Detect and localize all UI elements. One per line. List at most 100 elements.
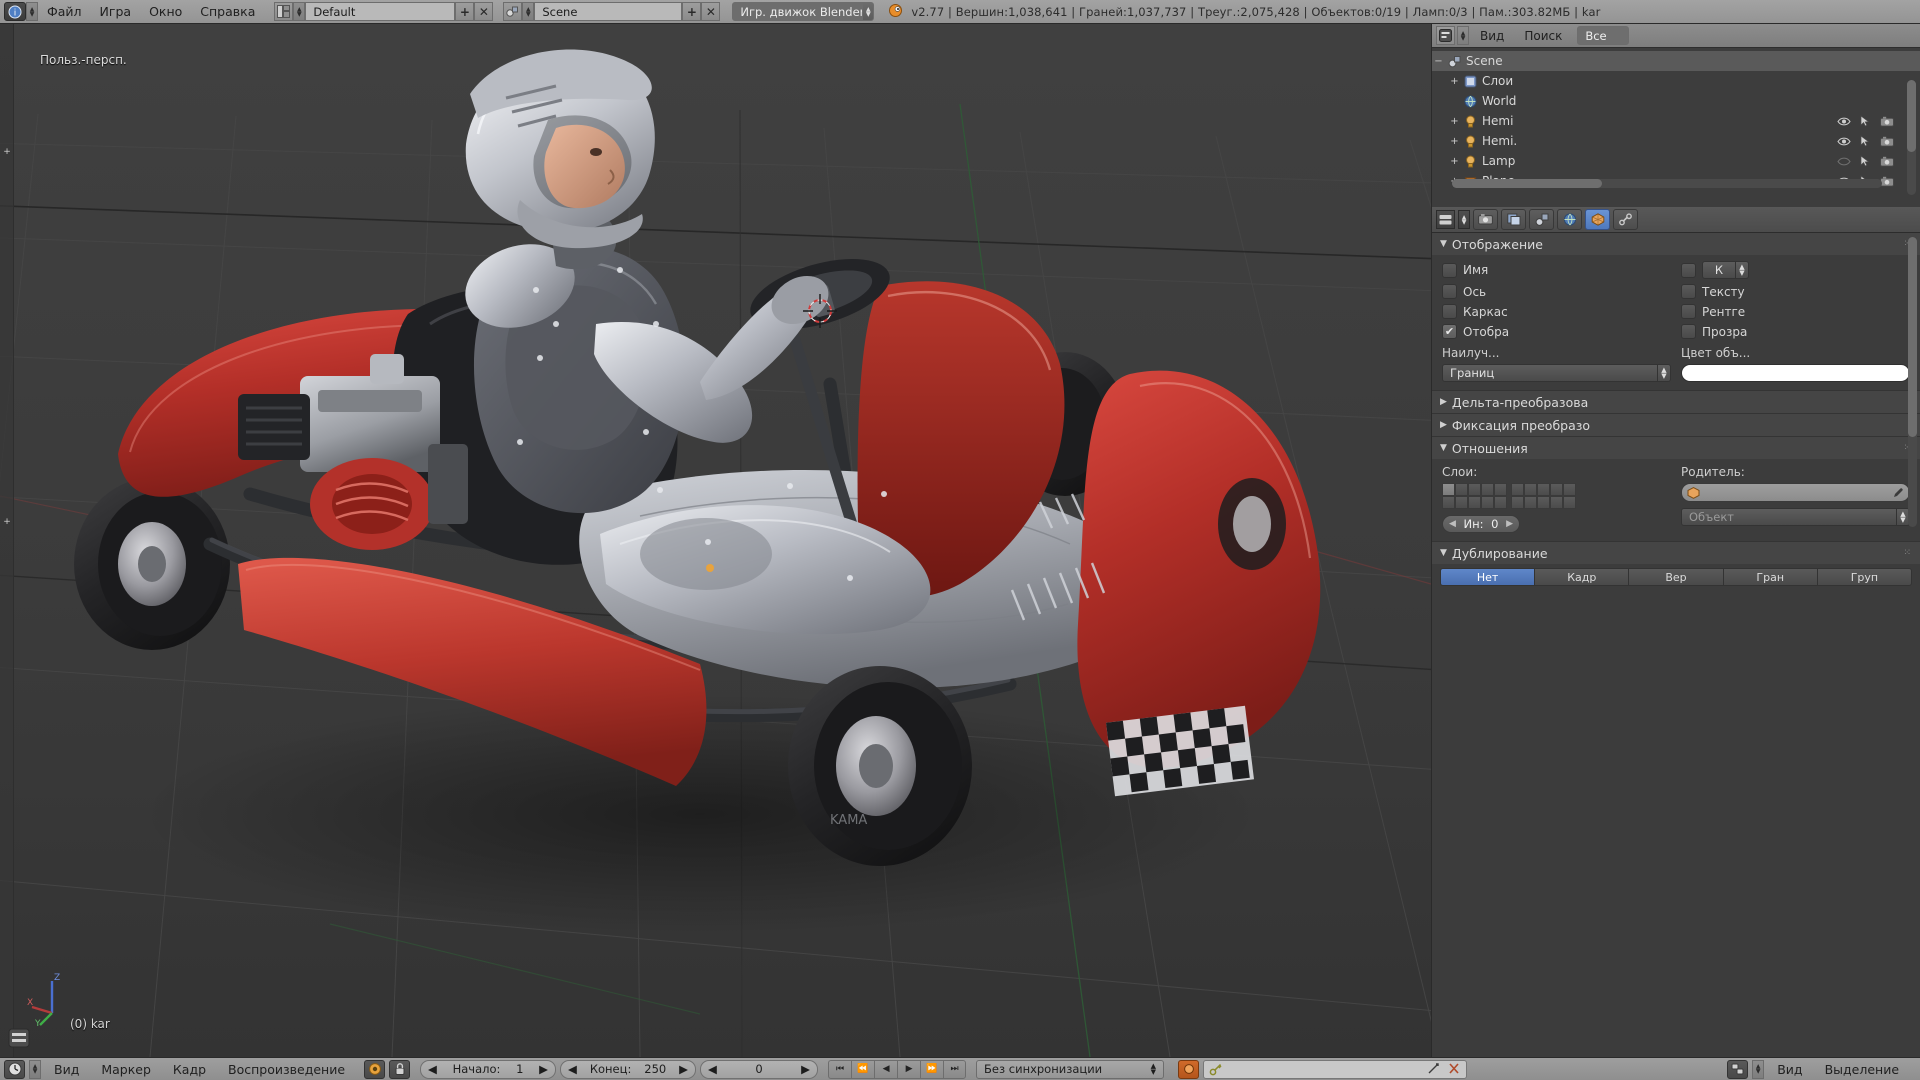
properties-type-spinner[interactable]: ▲ ▼ (1458, 210, 1470, 229)
expand-toggle-icon[interactable]: − (1432, 56, 1445, 67)
bottom-menu-select[interactable]: Выделение (1816, 1059, 1908, 1080)
add-screen-layout-button[interactable]: + (455, 2, 475, 21)
outliner-vertical-scrollbar[interactable] (1907, 80, 1916, 195)
viewport-editor-type-icon[interactable] (8, 1028, 30, 1051)
panel-delta-transform-header[interactable]: ▶ Дельта-преобразова (1432, 391, 1920, 413)
properties-tab-constraints[interactable] (1613, 209, 1638, 230)
3d-viewport[interactable]: KAMA + + Польз.-персп. (0) kar Z X Y (0, 24, 1431, 1057)
screen-layout-name[interactable]: Default (305, 2, 456, 21)
panel-transform-locks[interactable]: ▶ Фиксация преобразо (1432, 414, 1920, 437)
checkbox-draw-bounds[interactable]: ✔ Отобра (1442, 324, 1671, 339)
play-button[interactable]: ▶ (897, 1059, 921, 1079)
properties-editor[interactable]: ▲ ▼ ▼ Отображение Имя К ▲ ▼ Ось Тексту К… (1431, 207, 1920, 1057)
outliner-row-world[interactable]: World (1432, 91, 1920, 111)
layers-block-left[interactable] (1442, 483, 1507, 509)
menu-file[interactable]: Файл (38, 1, 91, 23)
checkbox-name[interactable]: Имя (1442, 262, 1671, 278)
checkbox-box[interactable] (1681, 304, 1696, 319)
checkbox-transparency[interactable]: Прозра (1681, 324, 1910, 339)
checkbox-box[interactable] (1442, 262, 1457, 278)
properties-region-expand-icon[interactable]: + (3, 518, 11, 527)
delete-scene-button[interactable]: ✕ (701, 2, 721, 21)
outliner-row-lamp[interactable]: + Lamp (1432, 151, 1920, 171)
timeline-type-spinner[interactable]: ▲ ▼ (29, 1059, 41, 1079)
outliner-menu-search[interactable]: Поиск (1515, 25, 1571, 47)
panel-display[interactable]: ▼ Отображение ⁙ Имя К ▲▼ (1432, 233, 1920, 391)
timeline-menu-marker[interactable]: Маркер (92, 1059, 160, 1080)
panel-relations[interactable]: ▼ Отношения ⁙ Слои: (1432, 437, 1920, 542)
outliner-row-toggles[interactable] (1837, 155, 1894, 167)
toolshelf-collapsed-strip[interactable]: + + (0, 24, 14, 1057)
timeline-editor-type-icon[interactable] (4, 1059, 25, 1079)
object-color-swatch[interactable] (1681, 364, 1910, 382)
outliner-row-hemi-2[interactable]: + Hemi. (1432, 131, 1920, 151)
outliner-tree[interactable]: − Scene + Слои World + Hemi + Hemi. + La… (1432, 48, 1920, 195)
checkbox-xray[interactable]: Рентге (1681, 304, 1910, 319)
panel-relations-header[interactable]: ▼ Отношения ⁙ (1432, 437, 1920, 459)
checkbox-texture-space[interactable] (1681, 262, 1696, 278)
pass-index-field[interactable]: ◀ Ин: 0 ▶ (1442, 515, 1520, 533)
bottom-right-editor-type-icon[interactable] (1727, 1059, 1749, 1079)
kart-3d-model[interactable]: KAMA (0, 24, 1431, 1057)
checkbox-box[interactable] (1442, 284, 1457, 299)
increment-icon[interactable]: ▶ (679, 1062, 688, 1076)
outliner-row-toggles[interactable] (1837, 115, 1894, 127)
outliner-menu-view[interactable]: Вид (1471, 25, 1513, 47)
outliner-row-layers[interactable]: + Слои (1432, 71, 1920, 91)
end-frame-field[interactable]: ◀ Конец: 250 ▶ (560, 1059, 697, 1079)
outliner-row-scene[interactable]: − Scene (1432, 51, 1920, 71)
current-frame-field[interactable]: ◀ 0 ▶ (700, 1059, 819, 1079)
duplication-tab-faces[interactable]: Гран (1722, 568, 1817, 586)
decrement-icon[interactable]: ◀ (708, 1062, 717, 1076)
checkbox-texture[interactable]: Тексту (1681, 284, 1910, 299)
increment-icon[interactable]: ▶ (801, 1062, 810, 1076)
expand-toggle-icon[interactable]: + (1448, 156, 1461, 167)
panel-display-header[interactable]: ▼ Отображение ⁙ (1432, 233, 1920, 255)
timeline-menu-view[interactable]: Вид (45, 1059, 88, 1080)
properties-tab-scene[interactable] (1529, 209, 1554, 230)
toolshelf-expand-icon[interactable]: + (3, 148, 11, 157)
duplication-tab-verts[interactable]: Вер (1628, 568, 1723, 586)
sync-mode-select[interactable]: Без синхронизации ▲ ▼ (976, 1059, 1165, 1079)
duplication-tab-none[interactable]: Нет (1440, 568, 1535, 586)
bounds-type-spinner[interactable]: ▲ ▼ (1658, 364, 1671, 382)
panel-duplication-header[interactable]: ▼ Дублирование ⁙ (1432, 542, 1920, 564)
sync-mode-spinner-icon[interactable]: ▲ ▼ (1151, 1063, 1156, 1076)
menu-help[interactable]: Справка (191, 1, 264, 23)
checkbox-box[interactable]: ✔ (1442, 324, 1457, 339)
play-reverse-button[interactable]: ◀ (874, 1059, 898, 1079)
outliner-editor-type-icon[interactable] (1436, 26, 1455, 45)
properties-vertical-scrollbar[interactable] (1908, 237, 1917, 527)
editor-type-spinner[interactable]: ▲ ▼ (26, 2, 38, 21)
jump-to-end-button[interactable]: ⏭ (943, 1059, 967, 1079)
properties-editor-type-icon[interactable] (1436, 210, 1455, 229)
scene-icon[interactable] (503, 2, 523, 21)
properties-tab-render-layers[interactable] (1501, 209, 1526, 230)
menu-window[interactable]: Окно (140, 1, 191, 23)
maxdraw-type-field[interactable]: К (1702, 261, 1736, 279)
expand-toggle-icon[interactable]: + (1448, 116, 1461, 127)
increment-icon[interactable]: ▶ (539, 1062, 548, 1076)
checkbox-box[interactable] (1681, 324, 1696, 339)
blender-logo-icon[interactable]: i (4, 2, 26, 21)
duplication-tab-frames[interactable]: Кадр (1534, 568, 1629, 586)
auto-keyframe-button[interactable] (364, 1059, 386, 1079)
outliner-type-spinner[interactable]: ▲ ▼ (1457, 26, 1469, 45)
maxdraw-spinner[interactable]: ▲ ▼ (1736, 261, 1749, 279)
bounds-type-select[interactable]: Границ (1442, 364, 1658, 382)
parent-type-select[interactable]: Объект (1681, 508, 1897, 526)
scene-spinner[interactable]: ▲ ▼ (522, 2, 535, 21)
layers-block-right[interactable] (1511, 483, 1576, 509)
panel-transform-locks-header[interactable]: ▶ Фиксация преобразо (1432, 414, 1920, 436)
expand-toggle-icon[interactable]: + (1448, 136, 1461, 147)
outliner-row-toggles[interactable] (1837, 135, 1894, 147)
duplication-tab-group[interactable]: Груп (1816, 568, 1913, 586)
decrement-icon[interactable]: ◀ (428, 1062, 437, 1076)
playback-controls[interactable]: ⏮ ⏪ ◀ ▶ ⏩ ⏭ (828, 1059, 967, 1079)
outliner-horizontal-scrollbar[interactable] (1452, 179, 1882, 188)
menu-game[interactable]: Игра (91, 1, 141, 23)
duplication-mode-tabs[interactable]: Нет Кадр Вер Гран Груп (1440, 568, 1913, 586)
timeline-menu-frame[interactable]: Кадр (164, 1059, 215, 1080)
decrement-icon[interactable]: ◀ (568, 1062, 577, 1076)
panel-duplication[interactable]: ▼ Дублирование ⁙ Нет Кадр Вер Гран Груп (1432, 542, 1920, 592)
